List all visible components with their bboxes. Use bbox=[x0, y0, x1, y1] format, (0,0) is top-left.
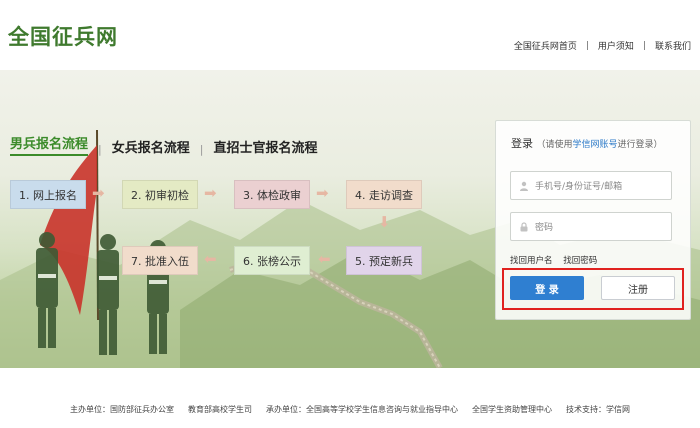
nav-contact-link[interactable]: 联系我们 bbox=[655, 39, 691, 52]
nav-user-guide-link[interactable]: 用户须知 bbox=[598, 39, 634, 52]
password-field[interactable]: 密码 bbox=[510, 212, 672, 241]
step-visit-investigation: 4. 走访调查 bbox=[346, 180, 422, 209]
tab-male-enlist[interactable]: 男兵报名流程 bbox=[10, 133, 89, 156]
step-initial-review: 2. 初审初检 bbox=[122, 180, 198, 209]
register-button[interactable]: 注册 bbox=[601, 276, 675, 300]
login-title: 登录 （请使用学信网账号进行登录） bbox=[511, 135, 663, 151]
step-medical-political-check: 3. 体检政审 bbox=[234, 180, 310, 209]
footer-co-1: 全国高等学校学生信息咨询与就业指导中心 bbox=[306, 405, 458, 414]
top-nav: 全国征兵网首页 | 用户须知 | 联系我们 bbox=[514, 39, 691, 53]
footer-host-label: 主办单位： bbox=[70, 405, 110, 414]
arrow-right-icon: ➡ bbox=[316, 184, 329, 202]
arrow-right-icon: ➡ bbox=[92, 184, 105, 202]
footer-info: 主办单位：国防部征兵办公室 教育部高校学生司 承办单位：全国高等学校学生信息咨询与就… bbox=[0, 404, 700, 415]
tab-nco-enlist[interactable]: 直招士官报名流程 bbox=[213, 137, 317, 156]
footer-host-1: 国防部征兵办公室 bbox=[110, 405, 174, 414]
find-username-link[interactable]: 找回用户名 bbox=[510, 256, 553, 266]
find-password-link[interactable]: 找回密码 bbox=[563, 256, 597, 266]
login-note-prefix: （请使用 bbox=[536, 140, 573, 150]
nav-separator: | bbox=[585, 40, 589, 51]
login-heading: 登录 bbox=[511, 137, 533, 150]
tab-separator: | bbox=[98, 143, 102, 156]
login-note: （请使用学信网账号进行登录） bbox=[537, 140, 663, 150]
password-placeholder: 密码 bbox=[535, 223, 554, 233]
footer-support-label: 技术支持： bbox=[566, 405, 606, 414]
nav-separator: | bbox=[642, 40, 646, 51]
step-reserve-recruits: 5. 预定新兵 bbox=[346, 246, 422, 275]
username-field[interactable]: 手机号/身份证号/邮箱 bbox=[510, 171, 672, 200]
login-button[interactable]: 登 录 bbox=[510, 276, 584, 300]
arrow-right-icon: ➡ bbox=[204, 184, 217, 202]
username-placeholder: 手机号/身份证号/邮箱 bbox=[535, 182, 623, 192]
step-online-registration: 1. 网上报名 bbox=[10, 180, 86, 209]
site-logo[interactable]: 全国征兵网 bbox=[8, 21, 118, 51]
site-header: 全国征兵网 全国征兵网首页 | 用户须知 | 联系我们 bbox=[0, 0, 700, 70]
step-approve-enlistment: 7. 批准入伍 bbox=[122, 246, 198, 275]
nav-home-link[interactable]: 全国征兵网首页 bbox=[514, 39, 577, 52]
footer-co-label: 承办单位： bbox=[266, 405, 306, 414]
xuexin-account-link[interactable]: 学信网账号 bbox=[573, 140, 618, 150]
step-public-notice: 6. 张榜公示 bbox=[234, 246, 310, 275]
lock-icon bbox=[517, 220, 531, 234]
footer-co-2: 全国学生资助管理中心 bbox=[472, 405, 552, 414]
arrow-left-icon: ⬅ bbox=[318, 250, 331, 268]
recovery-links: 找回用户名 找回密码 bbox=[510, 254, 605, 266]
footer-host-2: 教育部高校学生司 bbox=[188, 405, 252, 414]
tab-female-enlist[interactable]: 女兵报名流程 bbox=[112, 137, 190, 156]
tab-separator: | bbox=[199, 143, 204, 156]
login-note-suffix: 进行登录） bbox=[617, 140, 663, 150]
footer-support: 学信网 bbox=[606, 405, 630, 414]
arrow-left-icon: ⬅ bbox=[204, 250, 217, 268]
process-tabs: 男兵报名流程 | 女兵报名流程 | 直招士官报名流程 bbox=[10, 133, 317, 156]
site-footer: 主办单位：国防部征兵办公室 教育部高校学生司 承办单位：全国高等学校学生信息咨询与就… bbox=[0, 368, 700, 428]
user-icon bbox=[517, 179, 531, 193]
arrow-down-icon: ⬇ bbox=[378, 213, 391, 231]
